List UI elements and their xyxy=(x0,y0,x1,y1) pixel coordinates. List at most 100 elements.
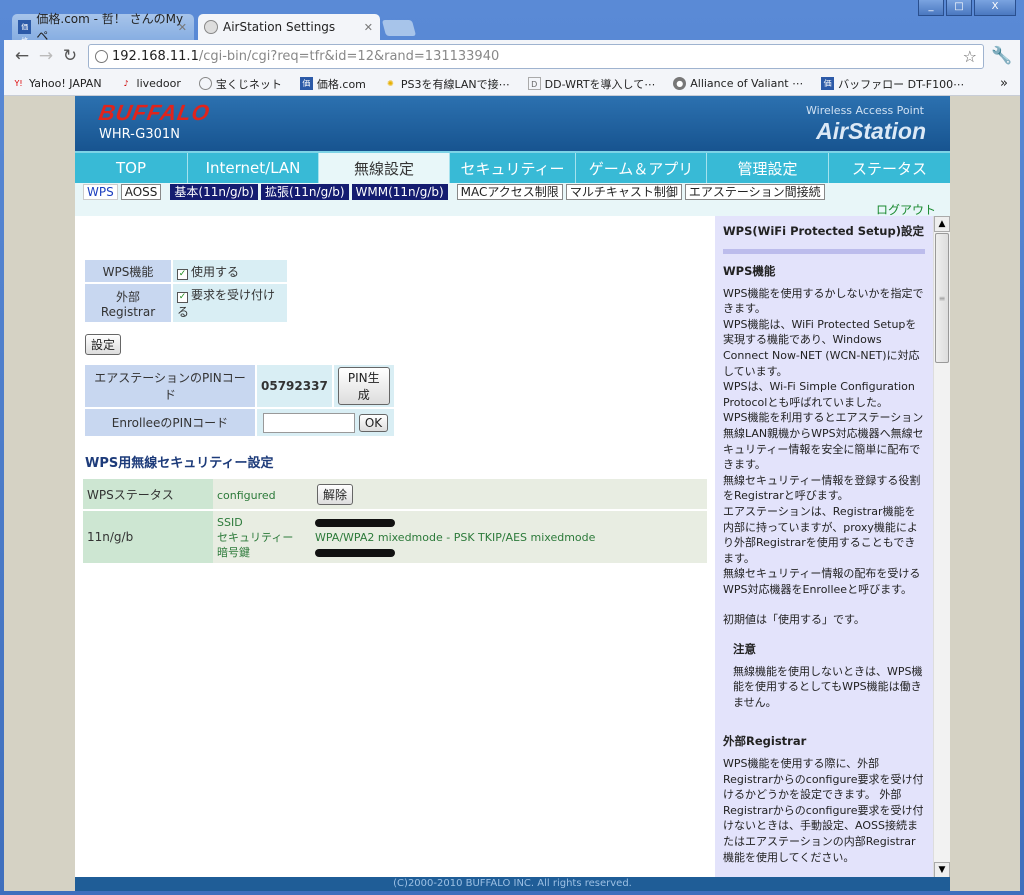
pin-label: エアステーションのPINコード xyxy=(85,365,255,407)
livedoor-icon: ♪ xyxy=(123,79,129,88)
bookmark[interactable]: ✺ PS3を有線LANで接⋯ xyxy=(384,76,510,92)
kakaku-icon: 価格 xyxy=(18,20,32,45)
forward-icon[interactable]: → xyxy=(34,46,58,66)
main-content: WPS機能 ✓ 使用する 外部Registrar ✓ 要求を受け付ける 設定 エアス… xyxy=(75,216,715,878)
help-text: 無線セキュリティー情報を登録する役割をRegistrarと呼びます。 xyxy=(723,473,921,503)
help-text: 初期値は「使用する」です。 xyxy=(723,613,865,627)
router-ui: BUFFALO WHR-G301N Wireless Access Point … xyxy=(75,96,950,891)
registrar-label: 外部Registrar xyxy=(85,284,171,322)
pin-value: 05792337 xyxy=(257,365,332,407)
subnav-wps[interactable]: WPS xyxy=(83,184,118,200)
band-label: 11n/g/b xyxy=(83,511,213,563)
nav-security[interactable]: セキュリティー xyxy=(450,153,576,183)
subnav-wmm[interactable]: WMM(11n/g/b) xyxy=(351,184,448,200)
page-viewport: BUFFALO WHR-G301N Wireless Access Point … xyxy=(4,96,1020,891)
reload-icon[interactable]: ↻ xyxy=(58,46,82,66)
scroll-thumb[interactable]: ≡ xyxy=(935,233,949,363)
redacted-ssid xyxy=(315,518,395,527)
security-value: WPA/WPA2 mixedmode - PSK TKIP/AES mixedm… xyxy=(315,530,596,544)
wps-settings-table: WPS機能 ✓ 使用する 外部Registrar ✓ 要求を受け付ける xyxy=(83,258,289,324)
new-tab-button[interactable] xyxy=(381,20,417,36)
scroll-down-icon[interactable]: ▼ xyxy=(934,862,950,878)
bookmark[interactable]: D DD-WRTを導入して⋯ xyxy=(527,76,656,92)
section-title: WPS用無線セキュリティー設定 xyxy=(85,456,274,471)
bookmark[interactable]: 価価格.com xyxy=(299,76,366,92)
bookmarks-bar: Y! Yahoo! JAPAN ♪ livedoor 宝くじネット 価価格.com … xyxy=(4,72,1020,96)
address-bar[interactable]: 192.168.11.1/cgi-bin/cgi?req=tfr&id=12&r… xyxy=(88,43,984,69)
nav-internet-lan[interactable]: Internet/LAN xyxy=(188,153,319,183)
release-button[interactable]: 解除 xyxy=(317,483,354,505)
help-text: 無線セキュリティー情報の配布を受けるWPS対応機器をEnrolleeと呼びます。 xyxy=(723,567,921,596)
pin-table: エアステーションのPINコード 05792337 PIN生成 Enrolleeの… xyxy=(83,363,396,438)
ok-button[interactable]: OK xyxy=(358,413,389,432)
ava-icon: ● xyxy=(673,77,687,90)
close-tab-icon[interactable]: ✕ xyxy=(178,21,187,34)
logout-link[interactable]: ログアウト xyxy=(75,201,950,217)
scroll-up-icon[interactable]: ▲ xyxy=(934,216,950,232)
wps-status-value: configured xyxy=(217,488,276,502)
airstation-logo: AirStation xyxy=(816,118,926,144)
close-tab-icon[interactable]: ✕ xyxy=(364,21,373,34)
bookmark[interactable]: ♪ livedoor xyxy=(120,77,180,90)
bookmark[interactable]: Y! Yahoo! JAPAN xyxy=(12,77,101,90)
subnav-multicast[interactable]: マルチキャスト制御 xyxy=(565,184,682,200)
url-host: 192.168.11.1 xyxy=(112,48,199,64)
bookmark-label: 価格.com xyxy=(316,77,366,91)
subnav-basic[interactable]: 基本(11n/g/b) xyxy=(170,184,258,200)
registrar-checkbox[interactable]: ✓ 要求を受け付ける xyxy=(173,284,287,322)
close-window-button[interactable]: X xyxy=(974,0,1016,16)
help-scrollbar[interactable]: ▲ ≡ ▼ xyxy=(933,216,950,878)
tab-kakaku[interactable]: 価格価格.com - 哲！ さんのMyペ✕ xyxy=(12,12,194,45)
subnav-wds[interactable]: エアステーション間接続 xyxy=(684,184,825,200)
page-icon: D xyxy=(527,77,541,90)
generate-pin-button[interactable]: PIN生成 xyxy=(337,367,390,405)
main-nav: TOP Internet/LAN 無線設定 セキュリティー ゲーム＆アプリ 管理… xyxy=(75,151,950,183)
star-icon[interactable]: ☆ xyxy=(963,47,977,66)
page-icon xyxy=(95,49,108,63)
enrollee-pin-label: EnrolleeのPINコード xyxy=(85,409,255,436)
help-text: WPS機能は、WiFi Protected Setupを実現する機能であり、Wi… xyxy=(723,317,920,378)
tab-airstation[interactable]: AirStation Settings ✕ xyxy=(198,14,380,40)
browser-window: _□X 価格価格.com - 哲！ さんのMyペ✕ AirStation Set… xyxy=(0,0,1024,895)
yahoo-icon: Y! xyxy=(14,79,23,88)
bookmark-label: 宝くじネット xyxy=(215,77,282,91)
ssid-label: SSID xyxy=(217,515,243,529)
nav-admin[interactable]: 管理設定 xyxy=(707,153,829,183)
model-name: WHR-G301N xyxy=(99,127,180,142)
redacted-key xyxy=(315,548,395,557)
help-heading: 外部Registrar xyxy=(723,734,807,749)
note-text: 無線機能を使用しないときは、WPS機能を使用するとしてもWPS機能は働きません。 xyxy=(733,664,923,709)
bookmark[interactable]: 価バッファロー DT-F100⋯ xyxy=(821,76,964,92)
minimize-button[interactable]: _ xyxy=(918,0,944,16)
subnav-aoss[interactable]: AOSS xyxy=(120,184,162,200)
bookmark[interactable]: 宝くじネット xyxy=(198,76,282,92)
bookmark-label: PS3を有線LANで接⋯ xyxy=(400,77,510,91)
enrollee-pin-input[interactable] xyxy=(263,412,355,433)
help-text: エアステーションは、Registrar機能を内部に持っていますが、proxy機能… xyxy=(723,504,918,565)
wrench-icon[interactable]: 🔧 xyxy=(990,46,1014,66)
checkbox-label: 要求を受け付ける xyxy=(177,288,276,319)
help-text: WPS機能を利用するとエアステーション無線LAN親機からWPS対応機器へ無線セキ… xyxy=(723,411,924,472)
tab-label: 価格.com - 哲！ さんのMyペ xyxy=(36,12,184,43)
globe-icon xyxy=(204,20,218,34)
checkbox-checked-icon[interactable]: ✓ xyxy=(177,292,188,303)
nav-wireless[interactable]: 無線設定 xyxy=(319,153,450,183)
product-subtitle: Wireless Access Point xyxy=(806,104,924,117)
subnav-mac-filter[interactable]: MACアクセス制限 xyxy=(456,184,563,200)
sub-nav: WPS AOSS 基本(11n/g/b) 拡張(11n/g/b) WMM(11n… xyxy=(75,183,950,201)
globe-icon xyxy=(198,77,212,90)
nav-status[interactable]: ステータス xyxy=(829,153,950,183)
wps-function-checkbox[interactable]: ✓ 使用する xyxy=(173,260,287,282)
help-text: WPS機能を使用する際に、外部Registrarからのconfigure要求を受… xyxy=(723,757,924,864)
nav-top[interactable]: TOP xyxy=(75,153,188,183)
subnav-advanced[interactable]: 拡張(11n/g/b) xyxy=(260,184,349,200)
maximize-button[interactable]: □ xyxy=(946,0,972,16)
checkbox-checked-icon[interactable]: ✓ xyxy=(177,268,188,280)
set-button[interactable]: 設定 xyxy=(85,334,122,355)
more-bookmarks-button[interactable]: » xyxy=(1000,76,1008,91)
help-panel: WPS(WiFi Protected Setup)設定 WPS機能 WPS機能を… xyxy=(715,216,933,878)
bookmark-label: DD-WRTを導入して⋯ xyxy=(544,77,656,91)
bookmark[interactable]: ● Alliance of Valiant ⋯ xyxy=(673,77,803,90)
back-icon[interactable]: ← xyxy=(10,46,34,66)
nav-game-apps[interactable]: ゲーム＆アプリ xyxy=(576,153,707,183)
